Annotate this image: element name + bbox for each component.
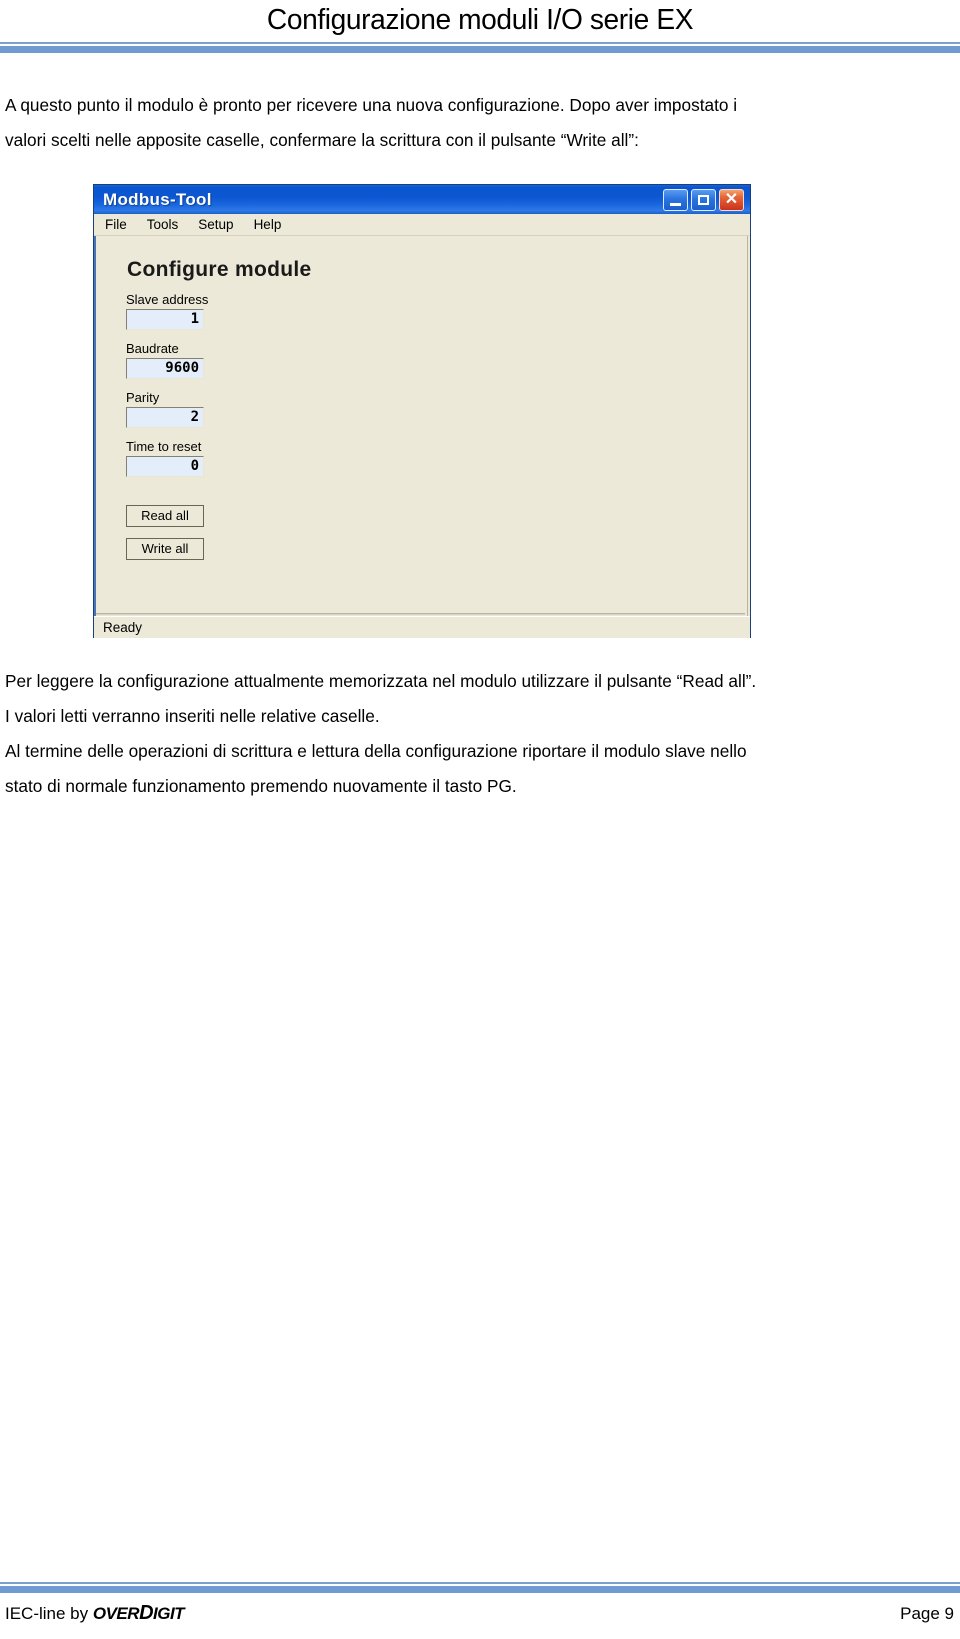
field-slave-address: Slave address 1 — [126, 292, 208, 330]
outro-paragraph: Per leggere la configurazione attualment… — [5, 664, 903, 804]
maximize-button[interactable] — [691, 188, 716, 211]
intro-line-1: A questo punto il modulo è pronto per ri… — [5, 95, 738, 115]
footer-brand-prefix: IEC-line by — [5, 1604, 93, 1623]
read-all-button[interactable]: Read all — [126, 505, 204, 527]
header-divider — [0, 42, 960, 53]
field-label-slave-address: Slave address — [126, 292, 209, 307]
time-to-reset-input[interactable]: 0 — [126, 456, 204, 477]
header-rule-thick — [0, 46, 960, 53]
field-label-parity: Parity — [126, 390, 160, 405]
field-parity: Parity 2 — [126, 390, 204, 428]
field-time-to-reset: Time to reset 0 — [126, 439, 204, 477]
brand-d: D — [139, 1602, 154, 1624]
minimize-icon — [670, 202, 681, 206]
field-label-baudrate: Baudrate — [126, 341, 179, 356]
minimize-button[interactable] — [663, 188, 688, 211]
menu-item-help[interactable]: Help — [252, 217, 284, 232]
page-footer: IEC-line by OVERDIGIT Page 9 — [0, 1582, 960, 1639]
outro-line-4: stato di normale funzionamento premendo … — [5, 776, 517, 796]
page-header: Configurazione moduli I/O serie EX — [0, 0, 960, 53]
page-number: Page 9 — [900, 1604, 954, 1623]
footer-row: IEC-line by OVERDIGIT Page 9 — [0, 1593, 960, 1639]
field-baudrate: Baudrate 9600 — [126, 341, 204, 379]
menu-item-file[interactable]: File — [103, 217, 129, 232]
brand-igit: IGIT — [153, 1604, 185, 1623]
footer-brand: IEC-line by OVERDIGIT — [5, 1602, 185, 1625]
form-heading: Configure module — [127, 258, 312, 281]
close-button[interactable]: ✕ — [719, 188, 744, 211]
configure-module-panel: Configure module Slave address 1 Baudrat… — [96, 236, 748, 616]
window-client-area: Configure module Slave address 1 Baudrat… — [94, 236, 750, 616]
parity-input[interactable]: 2 — [126, 407, 204, 428]
close-icon: ✕ — [724, 190, 739, 208]
window-controls: ✕ — [663, 188, 747, 211]
intro-line-2: valori scelti nelle apposite caselle, co… — [5, 130, 639, 150]
menu-item-setup[interactable]: Setup — [196, 217, 235, 232]
footer-rule-thick — [0, 1586, 960, 1593]
brand-over: OVER — [92, 1604, 140, 1623]
client-bottom-divider — [96, 613, 745, 616]
slave-address-input[interactable]: 1 — [126, 309, 204, 330]
page-title: Configurazione moduli I/O serie EX — [266, 4, 694, 36]
window-menubar: File Tools Setup Help — [94, 214, 750, 236]
modbus-tool-window: Modbus-Tool ✕ File Tools Setup Help Conf… — [93, 184, 751, 638]
menu-item-tools[interactable]: Tools — [145, 217, 181, 232]
footer-divider — [0, 1582, 960, 1593]
outro-line-3: Al termine delle operazioni di scrittura… — [5, 741, 747, 761]
maximize-icon — [698, 194, 709, 205]
status-text: Ready — [103, 620, 143, 635]
window-title: Modbus-Tool — [103, 189, 212, 209]
baudrate-input[interactable]: 9600 — [126, 358, 204, 379]
window-statusbar: Ready — [94, 616, 750, 638]
intro-paragraph: A questo punto il modulo è pronto per ri… — [5, 88, 903, 158]
window-titlebar: Modbus-Tool ✕ — [94, 185, 750, 214]
outro-line-2: I valori letti verranno inseriti nelle r… — [5, 706, 380, 726]
outro-line-1: Per leggere la configurazione attualment… — [5, 671, 757, 691]
write-all-button[interactable]: Write all — [126, 538, 204, 560]
field-label-time-to-reset: Time to reset — [126, 439, 202, 454]
footer-brand-name: OVERDIGIT — [92, 1602, 185, 1624]
